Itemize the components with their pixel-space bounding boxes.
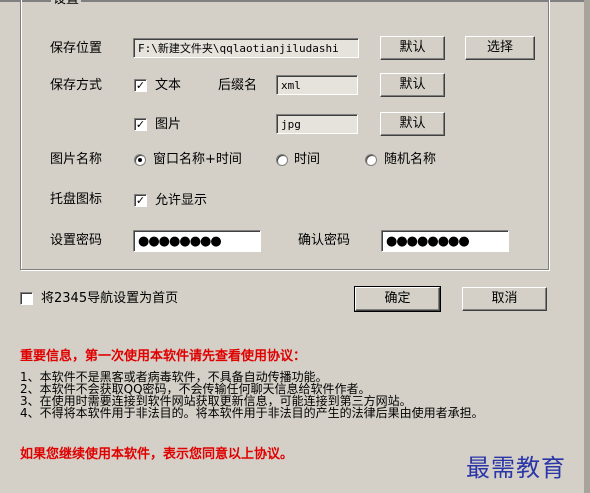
terms-list: 1、本软件不是黑客或者病毒软件，不具备自动传播功能。 2、本软件不会获取QQ密码… <box>20 371 484 419</box>
set-homepage-checkbox[interactable] <box>20 292 33 305</box>
ok-button[interactable]: 确定 <box>354 286 441 312</box>
check-icon: ✓ <box>135 118 146 131</box>
terms-item: 4、不得将本软件用于非法目的。将本软件用于非法目的产生的法律后果由使用者承担。 <box>20 406 484 420</box>
window-right-edge <box>584 0 590 493</box>
tray-icon-label: 托盘图标 <box>50 192 103 207</box>
text-checkbox[interactable]: ✓ <box>134 79 147 92</box>
set-password-label: 设置密码 <box>50 233 103 248</box>
confirm-password-field[interactable]: ●●●●●●●● <box>381 230 509 252</box>
notice-footer: 如果您继续使用本软件，表示您同意以上协议。 <box>20 447 294 462</box>
radio-window-name-time[interactable] <box>134 154 146 166</box>
radio-random-name-label: 随机名称 <box>384 152 437 167</box>
image-checkbox[interactable]: ✓ <box>134 118 147 131</box>
save-location-default-button[interactable]: 默认 <box>380 36 445 60</box>
allow-display-label: 允许显示 <box>155 193 208 208</box>
image-suffix-default-button[interactable]: 默认 <box>380 112 445 136</box>
radio-random-name[interactable] <box>365 154 377 166</box>
text-option-label: 文本 <box>155 78 182 93</box>
save-path-field[interactable]: F:\新建文件夹\qqlaotianjiludashi <box>133 38 359 58</box>
save-method-label: 保存方式 <box>50 78 103 93</box>
radio-time[interactable] <box>276 154 288 166</box>
settings-group-title: 设置 <box>51 0 82 7</box>
image-option-label: 图片 <box>155 117 182 132</box>
save-location-label: 保存位置 <box>50 41 103 56</box>
image-suffix-field[interactable]: jpg <box>276 114 358 134</box>
cancel-button[interactable]: 取消 <box>462 287 547 311</box>
set-homepage-label: 将2345导航设置为首页 <box>41 291 179 306</box>
text-suffix-field[interactable]: xml <box>276 75 358 95</box>
image-name-label: 图片名称 <box>50 152 103 167</box>
radio-time-label: 时间 <box>294 152 321 167</box>
watermark-text: 最需教育 <box>466 454 566 482</box>
check-icon: ✓ <box>135 194 146 207</box>
notice-heading: 重要信息，第一次使用本软件请先查看使用协议： <box>20 349 307 364</box>
check-icon: ✓ <box>135 79 146 92</box>
allow-display-checkbox[interactable]: ✓ <box>134 194 147 207</box>
password-field[interactable]: ●●●●●●●● <box>133 230 261 252</box>
choose-folder-button[interactable]: 选择 <box>465 36 535 60</box>
suffix-label: 后缀名 <box>218 78 258 93</box>
radio-window-name-time-label: 窗口名称+时间 <box>153 152 242 167</box>
radio-selected-dot <box>138 158 142 162</box>
confirm-password-label: 确认密码 <box>298 233 351 248</box>
text-suffix-default-button[interactable]: 默认 <box>380 73 445 97</box>
